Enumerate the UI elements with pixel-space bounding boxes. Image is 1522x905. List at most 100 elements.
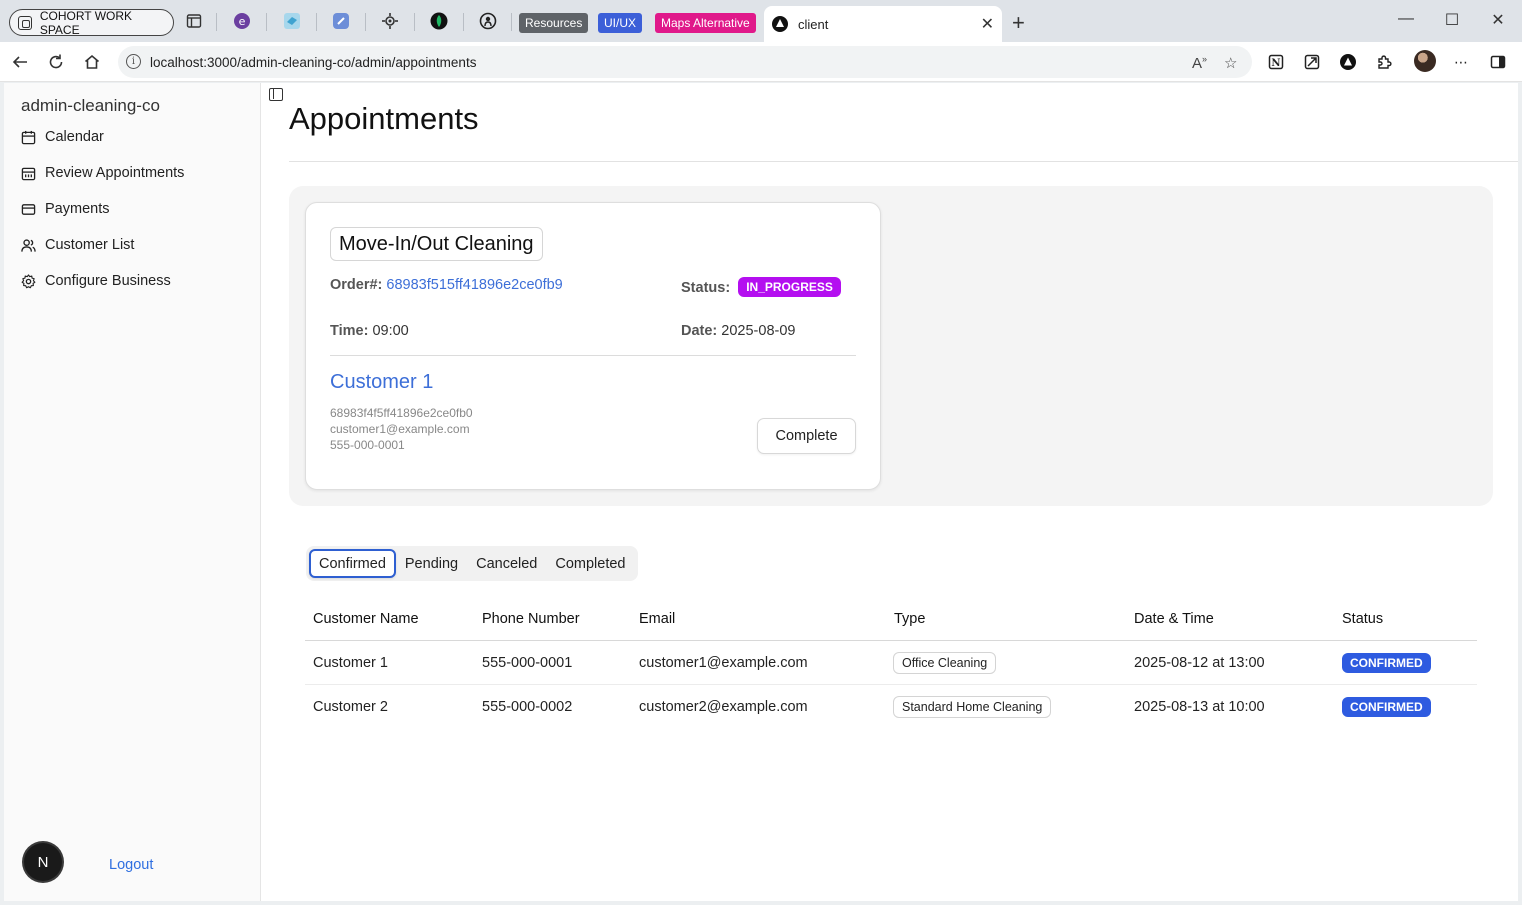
logout-link[interactable]: Logout [109, 857, 153, 873]
customer-name-link[interactable]: Customer 1 [330, 371, 433, 394]
calendar-check-icon [21, 167, 36, 180]
sidebar-item-customer-list[interactable]: Customer List [21, 233, 134, 257]
send-extension-icon[interactable] [1302, 52, 1322, 72]
sidebar-item-label: Configure Business [45, 273, 171, 289]
cell-email: customer2@example.com [639, 699, 808, 715]
pinned-tab-github[interactable] [479, 12, 497, 30]
sidebar-item-calendar[interactable]: Calendar [21, 125, 104, 149]
column-header: Date & Time [1134, 611, 1214, 627]
table-row[interactable]: Customer 1 555-000-0001 customer1@exampl… [305, 641, 1477, 685]
bird-app-icon [284, 13, 300, 29]
status-badge: IN_PROGRESS [738, 277, 841, 297]
vercel-extension-icon[interactable] [1338, 52, 1358, 72]
service-name: Move-In/Out Cleaning [330, 227, 543, 261]
tab-pending[interactable]: Pending [396, 549, 467, 578]
tab-group-uiux[interactable]: UI/UX [598, 13, 643, 33]
sidebar-item-label: Calendar [45, 129, 104, 145]
close-tab-icon[interactable]: ✕ [981, 14, 994, 34]
cell-customer-name: Customer 1 [313, 655, 388, 671]
tab-confirmed[interactable]: Confirmed [309, 549, 396, 578]
minimize-icon[interactable]: — [1396, 10, 1416, 28]
column-header: Status [1342, 611, 1384, 627]
order-label: Order#: [330, 277, 383, 293]
order-row: Order#: 68983f515ff41896e2ce0fb9 [330, 277, 563, 293]
address-bar[interactable]: i localhost:3000/admin-cleaning-co/admin… [118, 46, 1252, 78]
appointment-card: Move-In/Out Cleaning Order#: 68983f515ff… [305, 202, 881, 490]
tab-group-maps[interactable]: Maps Alternative [655, 13, 756, 33]
credit-card-icon [21, 203, 36, 215]
users-icon [21, 238, 36, 252]
date-value: 2025-08-09 [721, 323, 796, 339]
brand-name: admin-cleaning-co [21, 96, 160, 115]
site-info-icon[interactable]: i [126, 54, 141, 69]
customer-phone: 555-000-0001 [330, 438, 405, 452]
type-badge: Standard Home Cleaning [893, 696, 1052, 718]
complete-button[interactable]: Complete [757, 418, 856, 454]
customer-email: customer1@example.com [330, 422, 470, 436]
reload-icon[interactable] [45, 51, 67, 73]
tab-group-resources[interactable]: Resources [519, 13, 589, 33]
new-tab-icon[interactable]: + [1012, 10, 1025, 36]
cell-type: Standard Home Cleaning [893, 685, 1052, 729]
customer-id: 68983f4f5ff41896e2ce0fb0 [330, 406, 473, 420]
favorite-star-icon[interactable]: ☆ [1224, 54, 1237, 72]
home-icon[interactable] [81, 51, 103, 73]
cell-datetime: 2025-08-13 at 10:00 [1134, 699, 1265, 715]
browser-tab-bar: COHORT WORK SPACE e Resources UI/UX Maps… [0, 0, 1522, 42]
cell-type: Office Cleaning [893, 641, 997, 685]
main-content: Appointments Move-In/Out Cleaning Order#… [261, 83, 1518, 901]
back-icon[interactable] [9, 51, 31, 73]
page-title: Appointments [289, 101, 479, 136]
current-appointment-panel: Move-In/Out Cleaning Order#: 68983f515ff… [289, 186, 1493, 506]
pinned-tab-bird[interactable] [283, 12, 301, 30]
date-row: Date: 2025-08-09 [681, 323, 795, 339]
browser-nav-bar: i localhost:3000/admin-cleaning-co/admin… [0, 42, 1522, 82]
table-header-row: Customer Name Phone Number Email Type Da… [305, 597, 1477, 641]
sidebar-item-configure-business[interactable]: Configure Business [21, 269, 171, 293]
leaf-icon [430, 12, 448, 30]
pinned-tab-tool[interactable] [332, 12, 350, 30]
extensions-puzzle-icon[interactable] [1374, 52, 1394, 72]
cell-status: CONFIRMED [1342, 685, 1431, 729]
sidebar-panel-icon[interactable] [1488, 52, 1508, 72]
workspace-button[interactable]: COHORT WORK SPACE [9, 8, 174, 37]
close-window-icon[interactable]: ✕ [1488, 10, 1508, 30]
active-tab[interactable]: client ✕ [764, 6, 1002, 42]
cell-datetime: 2025-08-12 at 13:00 [1134, 655, 1265, 671]
date-label: Date: [681, 323, 718, 339]
notion-icon[interactable]: N [1266, 52, 1286, 72]
workspace-label: COHORT WORK SPACE [39, 8, 133, 37]
status-tabs: Confirmed Pending Canceled Completed [306, 546, 638, 581]
more-menu-icon[interactable]: ⋯ [1451, 52, 1471, 72]
read-aloud-icon[interactable]: A» [1192, 54, 1207, 72]
pinned-tab-e[interactable]: e [233, 12, 251, 30]
tab-layout-icon [186, 14, 202, 28]
tab-completed[interactable]: Completed [546, 549, 634, 578]
sidebar-item-review-appointments[interactable]: Review Appointments [21, 161, 184, 185]
title-divider [289, 161, 1518, 162]
time-value: 09:00 [372, 323, 409, 339]
workspace-icon [18, 15, 32, 30]
status-badge: CONFIRMED [1342, 653, 1431, 673]
sidebar-toggle-icon[interactable] [269, 88, 283, 101]
sun-gear-icon [382, 13, 398, 29]
order-id-link[interactable]: 68983f515ff41896e2ce0fb9 [386, 277, 562, 293]
column-header: Type [894, 611, 926, 627]
pinned-tab-leaf[interactable] [430, 12, 448, 30]
column-header: Phone Number [482, 611, 580, 627]
sidebar-item-payments[interactable]: Payments [21, 197, 109, 221]
nextjs-devtools-button[interactable]: N [24, 843, 62, 881]
sidebar-item-label: Customer List [45, 237, 135, 253]
sidebar: admin-cleaning-co Calendar Review Appoin… [4, 83, 261, 901]
profile-avatar[interactable] [1414, 50, 1436, 72]
status-badge: CONFIRMED [1342, 697, 1431, 717]
table-row[interactable]: Customer 2 555-000-0002 customer2@exampl… [305, 685, 1477, 729]
pinned-tab-gear[interactable] [381, 12, 399, 30]
pinned-tab-sidebar[interactable] [185, 12, 203, 30]
maximize-icon[interactable]: ☐ [1442, 10, 1462, 30]
svg-text:e: e [239, 15, 246, 28]
time-label: Time: [330, 323, 369, 339]
calendar-icon [21, 130, 36, 144]
status-label: Status: [681, 280, 731, 296]
tab-canceled[interactable]: Canceled [467, 549, 546, 578]
